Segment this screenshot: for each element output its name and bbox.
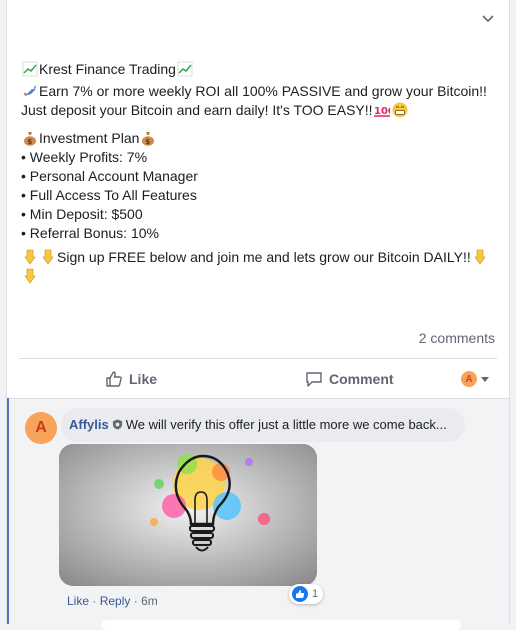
post-line-1: Earn 7% or more weekly ROI all 100% PASS… — [21, 83, 487, 118]
commenter-avatar[interactable]: A — [25, 412, 57, 444]
post-action-bar: Like Comment A — [19, 362, 497, 396]
plan-bullet: • Min Deposit: $500 — [21, 206, 143, 222]
chart-up-icon — [177, 61, 193, 77]
pointing-down-icon — [24, 249, 36, 265]
post-card: Krest Finance Trading Earn 7% or more we… — [6, 0, 510, 630]
lightbulb-art-image — [59, 444, 317, 586]
comments-section: A Affylis We will verify this offer just … — [7, 398, 509, 630]
reaction-summary[interactable]: 1 — [289, 584, 324, 604]
hundred-points-icon: 100 — [373, 106, 390, 117]
money-bag-icon: $ — [142, 132, 155, 146]
svg-text:$: $ — [146, 138, 151, 146]
comment-reply-link[interactable]: Reply — [100, 594, 131, 608]
reply-input[interactable] — [101, 620, 461, 630]
avatar: A — [461, 371, 477, 387]
plan-bullet: • Full Access To All Features — [21, 187, 197, 203]
comment-bubble: Affylis We will verify this offer just a … — [61, 408, 465, 442]
pointing-down-icon — [474, 249, 486, 265]
shield-badge-icon — [112, 419, 122, 430]
comment-button[interactable]: Comment — [305, 370, 394, 388]
chevron-down-icon[interactable] — [481, 14, 495, 24]
comment-as-selector[interactable]: A — [461, 371, 489, 387]
rocket-icon — [24, 85, 36, 96]
like-button[interactable]: Like — [105, 370, 157, 388]
divider — [19, 358, 497, 359]
grinning-face-icon — [392, 102, 408, 118]
reaction-count: 1 — [312, 588, 319, 600]
comment-author-link[interactable]: Affylis — [69, 417, 109, 432]
plan-bullet: • Personal Account Manager — [21, 168, 198, 184]
comments-count-link[interactable]: 2 comments — [419, 330, 495, 346]
investment-plan-title: $ Investment Plan $ — [21, 129, 499, 148]
post-title-line: Krest Finance Trading — [21, 60, 499, 79]
pointing-down-icon — [24, 268, 36, 284]
comment-text: We will verify this offer just a little … — [125, 417, 447, 432]
plan-bullet: • Weekly Profits: 7% — [21, 149, 148, 165]
chart-up-icon — [22, 61, 38, 77]
plan-bullet: • Referral Bonus: 10% — [21, 225, 159, 241]
thumbs-up-icon — [106, 371, 122, 387]
comment-meta: Like · Reply · 6m — [67, 594, 158, 608]
pointing-down-icon — [42, 249, 54, 265]
comment-timestamp[interactable]: 6m — [141, 594, 158, 608]
caret-down-icon — [481, 376, 489, 382]
comment-image[interactable] — [59, 444, 317, 586]
money-bag-icon: $ — [24, 132, 36, 146]
speech-bubble-icon — [306, 372, 322, 387]
post-body: Krest Finance Trading Earn 7% or more we… — [21, 60, 499, 286]
post-cta: Sign up FREE below and join me and lets … — [21, 248, 499, 286]
like-reaction-icon — [292, 586, 308, 602]
comment-like-link[interactable]: Like — [67, 594, 89, 608]
svg-text:$: $ — [27, 138, 32, 146]
